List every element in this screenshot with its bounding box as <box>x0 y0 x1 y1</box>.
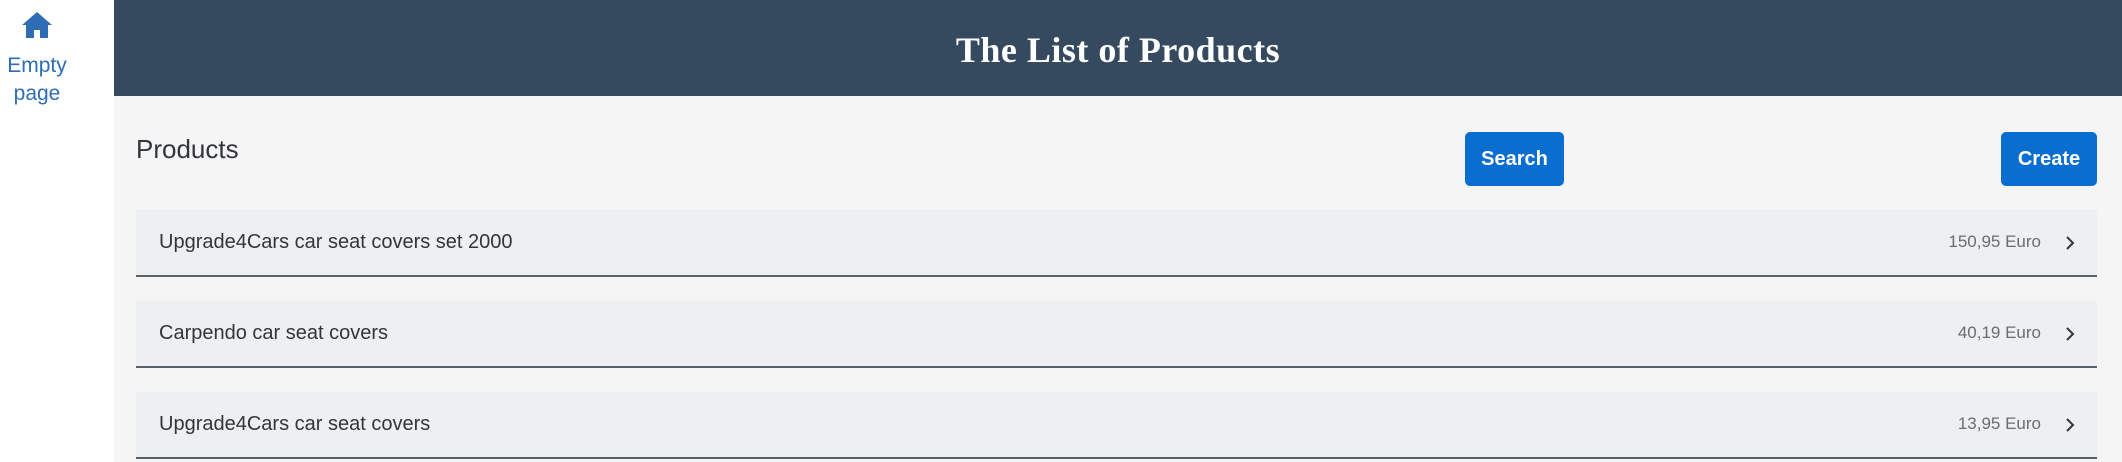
main-content: Products Search Create Upgrade4Cars car … <box>114 96 2122 462</box>
product-price: 40,19 Euro <box>1957 323 2041 342</box>
create-button[interactable]: Create <box>2001 132 2097 186</box>
chevron-right-icon <box>2066 236 2075 250</box>
list-item[interactable]: Upgrade4Cars car seat covers set 2000 15… <box>136 210 2097 277</box>
header-title: The List of Products <box>955 30 1281 70</box>
list-item[interactable]: Upgrade4Cars car seat covers 13,95 Euro <box>136 392 2097 459</box>
product-price: 150,95 Euro <box>1948 232 2041 251</box>
product-name: Upgrade4Cars car seat covers <box>159 413 431 435</box>
side-navigation: Empty page <box>0 0 114 462</box>
app-header: The List of Products <box>114 0 2122 96</box>
product-name: Upgrade4Cars car seat covers set 2000 <box>159 231 513 253</box>
home-icon <box>22 12 52 38</box>
chevron-right-icon <box>2066 327 2075 341</box>
search-button[interactable]: Search <box>1465 132 1564 186</box>
page-title: Products <box>136 134 239 164</box>
product-name: Carpendo car seat covers <box>159 322 389 344</box>
product-price: 13,95 Euro <box>1957 414 2041 433</box>
chevron-right-icon <box>2066 418 2075 432</box>
app-root: Empty page The List of Products Products… <box>0 0 2122 462</box>
nav-item-label: Empty page <box>7 54 67 105</box>
list-item[interactable]: Carpendo car seat covers 40,19 Euro <box>136 301 2097 368</box>
nav-item-empty-page[interactable]: Empty page <box>0 10 74 108</box>
